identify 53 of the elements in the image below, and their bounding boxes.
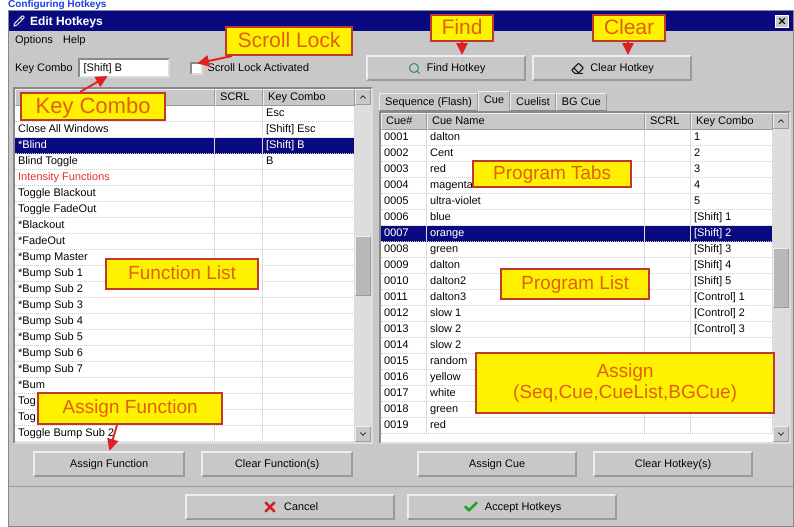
field-label: Key Combo: [15, 62, 72, 74]
function-name: *Bump Sub 3: [15, 298, 215, 313]
cue-number: 0007: [381, 226, 427, 241]
callout-tooltip: Assign Function: [37, 392, 223, 425]
function-name: *Blind: [15, 138, 215, 153]
cue-number: 0013: [381, 322, 427, 337]
function-name: Close All Windows: [15, 122, 215, 137]
cue-number: 0014: [381, 338, 427, 353]
function-name: *Bump Sub 6: [15, 346, 215, 361]
cue-number: 0004: [381, 178, 427, 193]
cue-number: 0017: [381, 386, 427, 401]
cue-name: red: [427, 418, 645, 433]
cue-number: 0019: [381, 418, 427, 433]
function-name: *Bump Sub 7: [15, 362, 215, 377]
cue-name: slow 1: [427, 306, 645, 321]
callout-tooltip: Program List: [500, 268, 650, 300]
cue-name: blue: [427, 210, 645, 225]
cue-number: 0010: [381, 274, 427, 289]
checkbox-label: Scroll Lock Activated: [207, 62, 309, 74]
cue-number: 0001: [381, 130, 427, 145]
cue-name: orange: [427, 226, 645, 241]
callout-tooltip: Key Combo: [20, 92, 166, 121]
cue-number: 0012: [381, 306, 427, 321]
function-name: Blind Toggle: [15, 154, 215, 169]
cue-number: 0003: [381, 162, 427, 177]
cue-number: 0015: [381, 354, 427, 369]
group-heading: Intensity Functions: [15, 170, 215, 185]
function-name: Toggle Blackout: [15, 186, 215, 201]
page-heading: Configuring Hotkeys: [7, 0, 108, 10]
cue-number: 0009: [381, 258, 427, 273]
cue-name: dalton: [427, 130, 645, 145]
function-name: *Bump Sub 4: [15, 314, 215, 329]
cue-number: 0016: [381, 370, 427, 385]
callout-tooltip: Find: [430, 14, 494, 42]
callout-tooltip: Clear: [592, 14, 666, 42]
cue-name: ultra-violet: [427, 194, 645, 209]
function-name: *Bump Sub 5: [15, 330, 215, 345]
cue-number: 0011: [381, 290, 427, 305]
cue-number: 0018: [381, 402, 427, 417]
callout-tooltip: Function List: [105, 258, 259, 290]
cue-name: slow 2: [427, 322, 645, 337]
cue-number: 0005: [381, 194, 427, 209]
function-name: Toggle FadeOut: [15, 202, 215, 217]
cue-name: green: [427, 242, 645, 257]
function-name: *FadeOut: [15, 234, 215, 249]
cue-number: 0008: [381, 242, 427, 257]
callout-tooltip: Assign (Seq,Cue,CueList,BGCue): [475, 352, 775, 414]
function-name: *Blackout: [15, 218, 215, 233]
cue-number: 0002: [381, 146, 427, 161]
function-name: Toggle Bump Sub 2: [15, 426, 215, 441]
window-title: Edit Hotkeys: [30, 14, 103, 28]
cue-number: 0006: [381, 210, 427, 225]
callout-tooltip: Scroll Lock: [225, 26, 353, 56]
